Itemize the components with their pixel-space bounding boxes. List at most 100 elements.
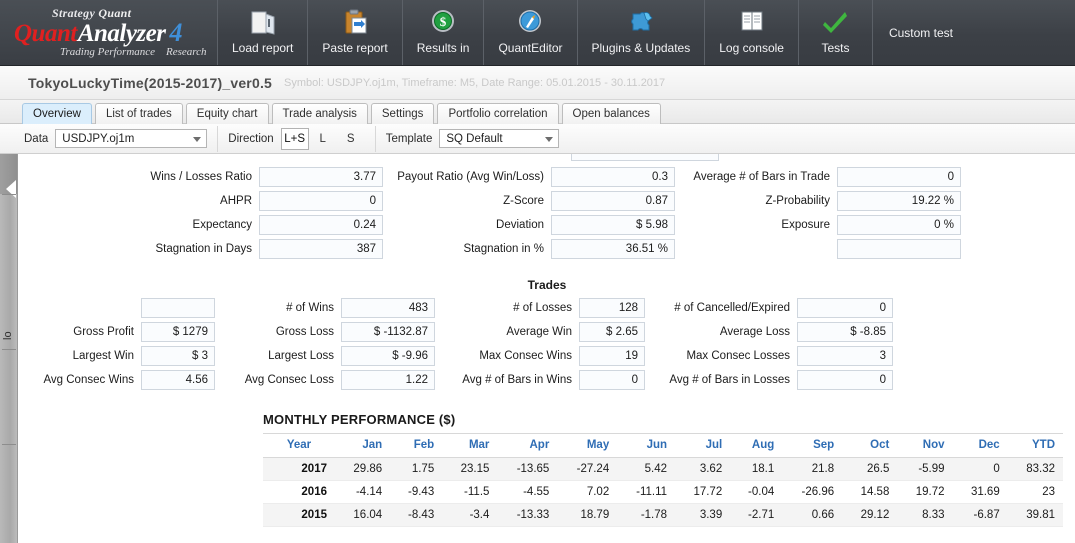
column-header-jan: Jan bbox=[335, 433, 391, 458]
direction-option-long-short[interactable]: L+S bbox=[280, 127, 309, 150]
cell-jun: -11.11 bbox=[617, 480, 676, 504]
trade-value-num-wins: 483 bbox=[341, 298, 435, 318]
direction-option-short[interactable]: S bbox=[337, 128, 365, 150]
clipboard-paste-icon bbox=[340, 8, 370, 36]
trade-value-average-win: $ 2.65 bbox=[579, 322, 645, 342]
cell-jul: 3.62 bbox=[675, 457, 731, 481]
trade-value-avg-consec-loss: 1.22 bbox=[341, 370, 435, 390]
toolbar-button-log-console[interactable]: Log console bbox=[705, 0, 799, 65]
chevron-down-icon bbox=[545, 136, 554, 142]
tab-portfolio-correlation[interactable]: Portfolio correlation bbox=[437, 103, 559, 124]
book-icon bbox=[737, 8, 767, 36]
tab-list-of-trades[interactable]: List of trades bbox=[94, 103, 183, 124]
trade-label-num-wins: # of Wins bbox=[286, 302, 334, 314]
cell-apr: -13.33 bbox=[497, 503, 558, 527]
trade-value-num-losses: 128 bbox=[579, 298, 645, 318]
data-select[interactable]: USDJPY.oj1m bbox=[55, 129, 208, 148]
toolbar-label-plugins-updates: Plugins & Updates bbox=[591, 41, 691, 55]
toolbar-label-tests: Tests bbox=[821, 41, 850, 55]
stat-label-deviation: Deviation bbox=[496, 219, 544, 231]
svg-text:$: $ bbox=[440, 14, 447, 29]
toolbar-button-quanteditor[interactable]: QuantEditor bbox=[484, 0, 578, 65]
trade-value-avg-consec-wins: 4.56 bbox=[141, 370, 215, 390]
stat-value-stagnation-pct: 36.51 % bbox=[551, 239, 675, 259]
page-title: TokyoLuckyTime(2015-2017)_ver0.5 bbox=[28, 74, 273, 91]
logo-main-wordmark: Quant Analyzer 4 bbox=[14, 20, 217, 47]
toolbar-button-paste-report[interactable]: Paste report bbox=[308, 0, 403, 65]
table-row: Gross Loss $ -1132.87 bbox=[219, 321, 435, 343]
tab-label-list-of-trades: List of trades bbox=[105, 108, 172, 120]
monthly-performance-title: MONTHLY PERFORMANCE ($) bbox=[263, 412, 456, 427]
sidebar-vertical-label: lo bbox=[2, 331, 14, 340]
template-select[interactable]: SQ Default bbox=[439, 129, 560, 148]
template-select-value: SQ Default bbox=[446, 132, 503, 145]
stat-row: Exposure 0 % bbox=[679, 214, 961, 236]
toolbar-button-custom-test[interactable]: Custom test bbox=[873, 0, 1075, 65]
filter-bar: Data USDJPY.oj1m Direction L+S L S Templ… bbox=[0, 124, 1075, 154]
stat-label-stagnation-days: Stagnation in Days bbox=[155, 243, 252, 255]
table-row[interactable]: 2017 29.86 1.75 23.15 -13.65 -27.24 5.42… bbox=[263, 457, 1063, 481]
cell-dec: 0 bbox=[952, 457, 1008, 481]
column-header-aug: Aug bbox=[730, 433, 783, 458]
cell-aug: -2.71 bbox=[730, 503, 783, 527]
tab-overview[interactable]: Overview bbox=[22, 103, 92, 124]
direction-filter-group: Direction L+S L S bbox=[218, 124, 374, 153]
stat-value-wins-losses-ratio: 3.77 bbox=[259, 167, 383, 187]
stat-label-stagnation-pct: Stagnation in % bbox=[463, 243, 544, 255]
tab-trade-analysis[interactable]: Trade analysis bbox=[271, 103, 368, 124]
tab-open-balances[interactable]: Open balances bbox=[561, 103, 661, 124]
logo-tagline-bottom: Trading Performance Research bbox=[60, 47, 217, 58]
stat-row: Z-Probability 19.22 % bbox=[679, 190, 961, 212]
trade-value-num-cancelled: 0 bbox=[797, 298, 893, 318]
collapse-arrow-icon[interactable] bbox=[6, 180, 16, 198]
trade-value-max-consec-losses: 3 bbox=[797, 346, 893, 366]
logo-analyzer-word: Analyzer bbox=[77, 20, 166, 47]
report-subtitle: Symbol: USDJPY.oj1m, Timeframe: M5, Date… bbox=[284, 76, 666, 89]
column-header-jun: Jun bbox=[617, 433, 676, 458]
stat-value-stagnation-days: 387 bbox=[259, 239, 383, 259]
cell-nov: 8.33 bbox=[897, 503, 953, 527]
application-window: Strategy Quant Quant Analyzer 4 Trading … bbox=[0, 0, 1075, 543]
cell-may: -27.24 bbox=[557, 457, 618, 481]
table-row: Avg # of Bars in Wins 0 bbox=[439, 369, 645, 391]
trade-value-average-loss: $ -8.85 bbox=[797, 322, 893, 342]
data-select-value: USDJPY.oj1m bbox=[62, 132, 135, 145]
cell-feb: 1.75 bbox=[390, 457, 443, 481]
monthly-performance-table: Year Jan Feb Mar Apr May Jun Jul Aug Sep… bbox=[263, 433, 1063, 527]
table-row: Largest Loss $ -9.96 bbox=[219, 345, 435, 367]
green-check-icon bbox=[820, 8, 850, 36]
data-filter-group: Data USDJPY.oj1m bbox=[0, 124, 217, 153]
stat-row bbox=[679, 238, 961, 260]
stat-value-empty bbox=[837, 239, 961, 259]
cell-mar: -3.4 bbox=[442, 503, 498, 527]
trade-label-average-win: Average Win bbox=[506, 326, 572, 338]
logo-tagline-performance: Trading Performance bbox=[60, 46, 156, 58]
toolbar-button-plugins-updates[interactable]: Plugins & Updates bbox=[578, 0, 706, 65]
stat-row: Expectancy 0.24 bbox=[19, 214, 383, 236]
trade-value-avg-bars-losses: 0 bbox=[797, 370, 893, 390]
toolbar-button-tests[interactable]: Tests bbox=[799, 0, 873, 65]
cell-sep: 21.8 bbox=[782, 457, 843, 481]
toolbar-button-results-in[interactable]: $ Results in bbox=[403, 0, 485, 65]
stat-value-avg-bars-in-trade: 0 bbox=[837, 167, 961, 187]
trade-value-largest-win: $ 3 bbox=[141, 346, 215, 366]
collapsed-sidebar[interactable]: lo bbox=[0, 154, 18, 543]
toolbar-button-load-report[interactable]: Load report bbox=[218, 0, 309, 65]
trades-section-title: Trades bbox=[527, 278, 567, 292]
direction-option-long[interactable]: L bbox=[309, 128, 337, 150]
cell-year: 2017 bbox=[263, 457, 335, 481]
tab-settings[interactable]: Settings bbox=[370, 103, 435, 124]
template-label: Template bbox=[385, 132, 433, 145]
toolbar-label-paste-report: Paste report bbox=[322, 41, 388, 55]
trade-value-largest-loss: $ -9.96 bbox=[341, 346, 435, 366]
cell-ytd: 39.81 bbox=[1007, 503, 1063, 527]
sidebar-divider-3 bbox=[2, 444, 16, 445]
template-filter-group: Template SQ Default bbox=[376, 124, 570, 153]
tab-equity-chart[interactable]: Equity chart bbox=[185, 103, 269, 124]
table-row[interactable]: 2016 -4.14 -9.43 -11.5 -4.55 7.02 -11.11… bbox=[263, 480, 1063, 504]
column-header-dec: Dec bbox=[952, 433, 1008, 458]
table-row: Avg Consec Wins 4.56 bbox=[19, 369, 215, 391]
stat-row: Deviation $ 5.98 bbox=[389, 214, 675, 236]
toolbar-label-results-in: Results in bbox=[416, 41, 470, 55]
table-row[interactable]: 2015 16.04 -8.43 -3.4 -13.33 18.79 -1.78… bbox=[263, 503, 1063, 527]
